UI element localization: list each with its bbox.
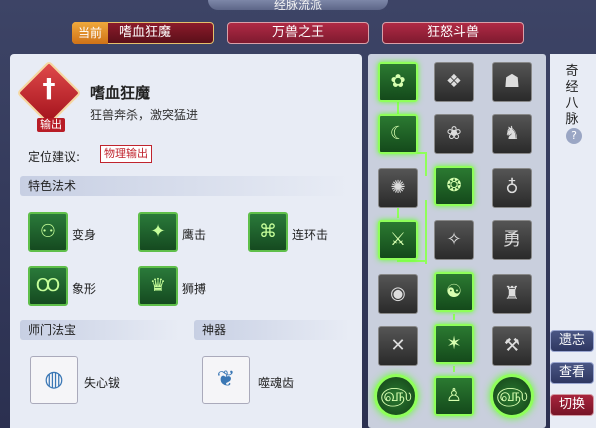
skill-name: 狮搏 (182, 282, 207, 296)
tab-bloodthirsty[interactable]: 当前 嗜血狂魔 (72, 22, 214, 44)
role-label: 定位建议: (28, 150, 81, 164)
skill-name: 鹰击 (182, 228, 207, 242)
meridian-node-15[interactable]: ♜ (492, 274, 532, 314)
current-tag: 当前 (72, 22, 108, 44)
side-panel: 奇经八脉 ? 遗忘 查看 切换 (550, 54, 596, 428)
meridian-node-8[interactable]: ❂ (434, 166, 474, 206)
transform-icon[interactable]: ⚇ (28, 212, 68, 252)
special-skills-heading: 特色法术 (20, 176, 350, 196)
meridian-node-16[interactable]: ✕ (378, 326, 418, 366)
help-icon[interactable]: ? (566, 128, 582, 144)
tab-beast-king[interactable]: 万兽之王 (227, 22, 369, 44)
soul-tooth-icon[interactable]: ❦ (202, 356, 250, 404)
skill-name: 连环击 (292, 228, 329, 242)
meridian-node-5[interactable]: ❀ (434, 114, 474, 154)
meridian-node-11[interactable]: ✧ (434, 220, 474, 260)
meridian-node-20[interactable]: ♙ (434, 376, 474, 416)
artifact-name: 噬魂齿 (258, 376, 295, 390)
badge-label: 输出 (37, 118, 65, 132)
school-name: 嗜血狂魔 (90, 84, 151, 102)
treasure-name: 失心钹 (84, 376, 121, 390)
meridian-node-4[interactable]: ☾ (378, 114, 418, 154)
eagle-strike-icon[interactable]: ✦ (138, 212, 178, 252)
meridian-node-6[interactable]: ♞ (492, 114, 532, 154)
side-title: 奇经八脉 (565, 64, 579, 127)
meridian-node-19[interactable]: ௵ (374, 374, 418, 418)
window-frame: 经脉流派 当前 嗜血狂魔 万兽之王 狂怒斗兽 † 输出 嗜血狂魔 狂兽奔杀，激突… (0, 0, 596, 428)
meridian-node-1[interactable]: ✿ (378, 62, 418, 102)
meridian-node-2[interactable]: ❖ (434, 62, 474, 102)
elephant-form-icon[interactable]: Ꝏ (28, 266, 68, 306)
treasure-heading: 师门法宝 (20, 320, 180, 340)
school-description: 狂兽奔杀，激突猛进 (90, 108, 199, 122)
artifact-heading: 神器 (194, 320, 350, 340)
meridian-node-18[interactable]: ⚒ (492, 326, 532, 366)
meridian-node-3[interactable]: ☗ (492, 62, 532, 102)
switch-button[interactable]: 切换 (550, 394, 594, 416)
meridian-node-14[interactable]: ☯ (434, 272, 474, 312)
meridian-node-12[interactable]: 勇 (492, 220, 532, 260)
cymbal-icon[interactable]: ◍ (30, 356, 78, 404)
skill-name: 变身 (72, 228, 97, 242)
role-tag: 物理输出 (100, 145, 152, 163)
chain-strike-icon[interactable]: ⌘ (248, 212, 288, 252)
sword-icon: † (42, 74, 56, 104)
school-info-panel: † 输出 嗜血狂魔 狂兽奔杀，激突猛进 定位建议: 物理输出 特色法术 ⚇ 变身… (10, 54, 362, 428)
meridian-node-21[interactable]: ௵ (490, 374, 534, 418)
meridian-node-13[interactable]: ◉ (378, 274, 418, 314)
meridian-node-17[interactable]: ✶ (434, 324, 474, 364)
tab-label: 嗜血狂魔 (119, 25, 172, 40)
meridian-node-7[interactable]: ✺ (378, 168, 418, 208)
tab-rage-beast[interactable]: 狂怒斗兽 (382, 22, 524, 44)
meridian-node-9[interactable]: ♁ (492, 168, 532, 208)
meridian-grid: ✿ ❖ ☗ ☾ ❀ ♞ ✺ ❂ ♁ ⚔ ✧ 勇 ◉ ☯ ♜ ✕ ✶ ⚒ ௵ ♙ … (368, 54, 546, 428)
forget-button[interactable]: 遗忘 (550, 330, 594, 352)
window-title: 经脉流派 (208, 0, 388, 10)
view-button[interactable]: 查看 (550, 362, 594, 384)
skill-name: 象形 (72, 282, 97, 296)
lion-strike-icon[interactable]: ♛ (138, 266, 178, 306)
meridian-node-10[interactable]: ⚔ (378, 220, 418, 260)
